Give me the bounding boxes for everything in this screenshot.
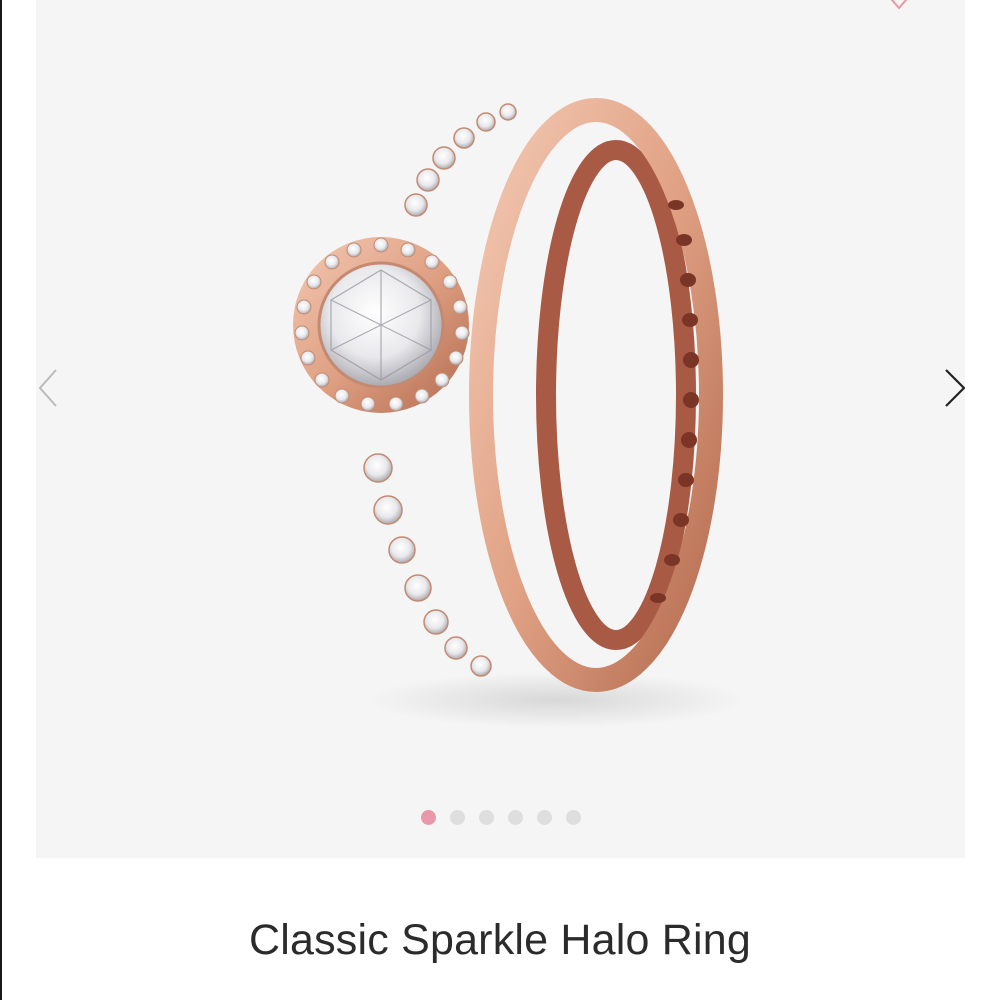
heart-icon[interactable] — [882, 0, 916, 14]
carousel-pagination — [36, 810, 965, 826]
carousel-dot-3[interactable] — [478, 810, 494, 825]
chevron-right-icon[interactable] — [940, 364, 965, 412]
carousel-dot-2[interactable] — [449, 810, 465, 825]
carousel-dot-5[interactable] — [536, 810, 552, 825]
product-image-gallery[interactable] — [36, 0, 965, 858]
product-title: Classic Sparkle Halo Ring — [248, 916, 752, 964]
chevron-left-icon[interactable] — [36, 364, 66, 412]
product-image — [293, 98, 746, 728]
carousel-dot-1[interactable] — [420, 810, 436, 825]
carousel-dot-6[interactable] — [565, 810, 581, 825]
page-edge-divider — [0, 0, 2, 1000]
carousel-dot-4[interactable] — [507, 810, 523, 825]
